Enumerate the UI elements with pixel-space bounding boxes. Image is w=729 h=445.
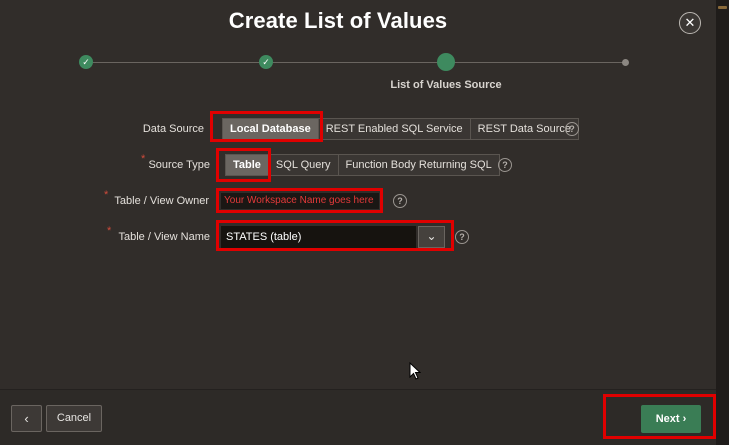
data-source-label: Data Source	[142, 123, 204, 135]
create-lov-dialog: Create List of Values ✕ ✓ ✓ List of Valu…	[0, 0, 716, 445]
step-3-current-icon	[437, 53, 455, 71]
close-icon: ✕	[684, 15, 696, 30]
annotation-highlight-source-type	[216, 148, 271, 182]
data-source-option-rest-sql[interactable]: REST Enabled SQL Service	[319, 119, 471, 139]
background-accent-mark	[718, 6, 727, 9]
chevron-left-icon: ‹	[24, 411, 29, 426]
source-type-label: Source Type	[148, 159, 210, 171]
progress-track	[86, 62, 626, 63]
data-source-help-icon[interactable]: ?	[565, 122, 579, 136]
annotation-highlight-next	[603, 394, 716, 439]
source-type-option-function-body[interactable]: Function Body Returning SQL	[339, 155, 499, 175]
owner-help-icon[interactable]: ?	[393, 194, 407, 208]
dialog-title: Create List of Values	[228, 8, 448, 33]
data-source-option-rest-data[interactable]: REST Data Source	[471, 119, 578, 139]
table-name-help-icon[interactable]: ?	[455, 230, 469, 244]
step-4-future-icon	[622, 59, 629, 66]
source-type-help-icon[interactable]: ?	[498, 158, 512, 172]
annotation-highlight-owner	[216, 188, 383, 213]
annotation-highlight-data-source	[210, 111, 323, 142]
owner-label: Table / View Owner	[114, 195, 209, 207]
step-2-complete-icon: ✓	[259, 55, 273, 69]
close-button[interactable]: ✕	[679, 12, 701, 34]
table-name-label: Table / View Name	[118, 231, 210, 243]
annotation-highlight-table-name	[216, 220, 454, 251]
mouse-cursor-icon	[409, 362, 421, 380]
source-type-option-sql-query[interactable]: SQL Query	[269, 155, 339, 175]
current-step-label: List of Values Source	[390, 79, 502, 91]
back-button[interactable]: ‹	[11, 405, 42, 432]
background-page-edge	[716, 0, 729, 445]
step-1-complete-icon: ✓	[79, 55, 93, 69]
cancel-button[interactable]: Cancel	[46, 405, 102, 432]
